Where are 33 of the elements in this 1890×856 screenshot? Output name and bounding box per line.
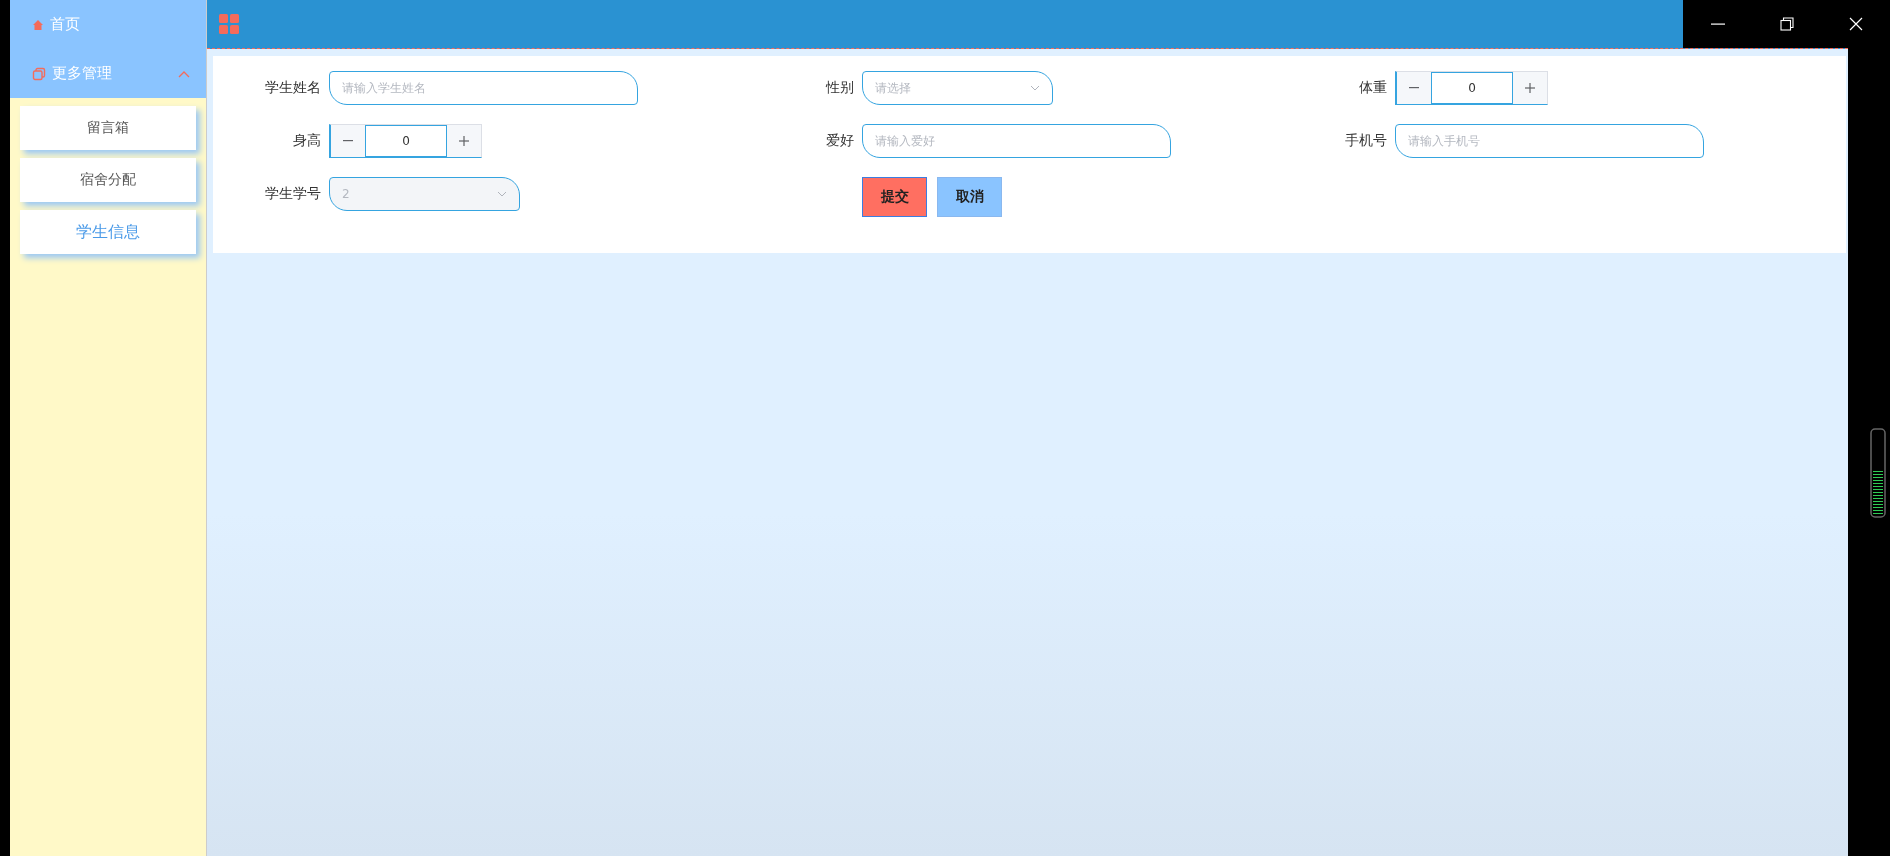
field-label: 学生姓名 — [264, 79, 321, 97]
field-label: 身高 — [292, 132, 321, 150]
increment-button[interactable] — [1513, 72, 1547, 104]
field-label: 体重 — [1358, 79, 1387, 97]
increment-button[interactable] — [447, 125, 481, 157]
minus-icon — [343, 140, 353, 142]
copy-icon — [32, 66, 46, 81]
field-label: 学生学号 — [264, 185, 321, 203]
number-value: 0 — [365, 125, 447, 157]
field-label: 性别 — [824, 79, 854, 97]
chevron-icon — [178, 69, 190, 78]
number-stepper[interactable]: 0 — [1395, 71, 1548, 105]
restore-icon[interactable] — [1779, 17, 1794, 31]
plus-icon — [1525, 83, 1535, 93]
submenu-item[interactable]: 学生信息 — [20, 210, 196, 254]
field-label: 爱好 — [825, 132, 854, 150]
input-field[interactable]: 请输入爱好 — [862, 124, 1171, 158]
close-icon[interactable] — [1848, 17, 1863, 31]
volume-meter-icon — [1870, 428, 1886, 518]
input-field[interactable]: 请输入学生姓名 — [329, 71, 638, 105]
home-icon — [32, 18, 44, 31]
cancel-button[interactable]: 取消 — [937, 177, 1002, 217]
submenu-item[interactable]: 留言箱 — [20, 106, 196, 150]
submit-button[interactable]: 提交 — [862, 177, 927, 217]
number-stepper[interactable]: 0 — [329, 124, 482, 158]
chevron-icon — [497, 191, 507, 197]
number-value: 0 — [1431, 72, 1513, 104]
plus-icon — [459, 136, 469, 146]
submenu-item[interactable]: 宿舍分配 — [20, 158, 196, 202]
chevron-icon — [1030, 85, 1040, 91]
input-field[interactable]: 请输入手机号 — [1395, 124, 1704, 158]
field-label: 手机号 — [1344, 132, 1387, 150]
minus-icon — [1409, 87, 1419, 89]
